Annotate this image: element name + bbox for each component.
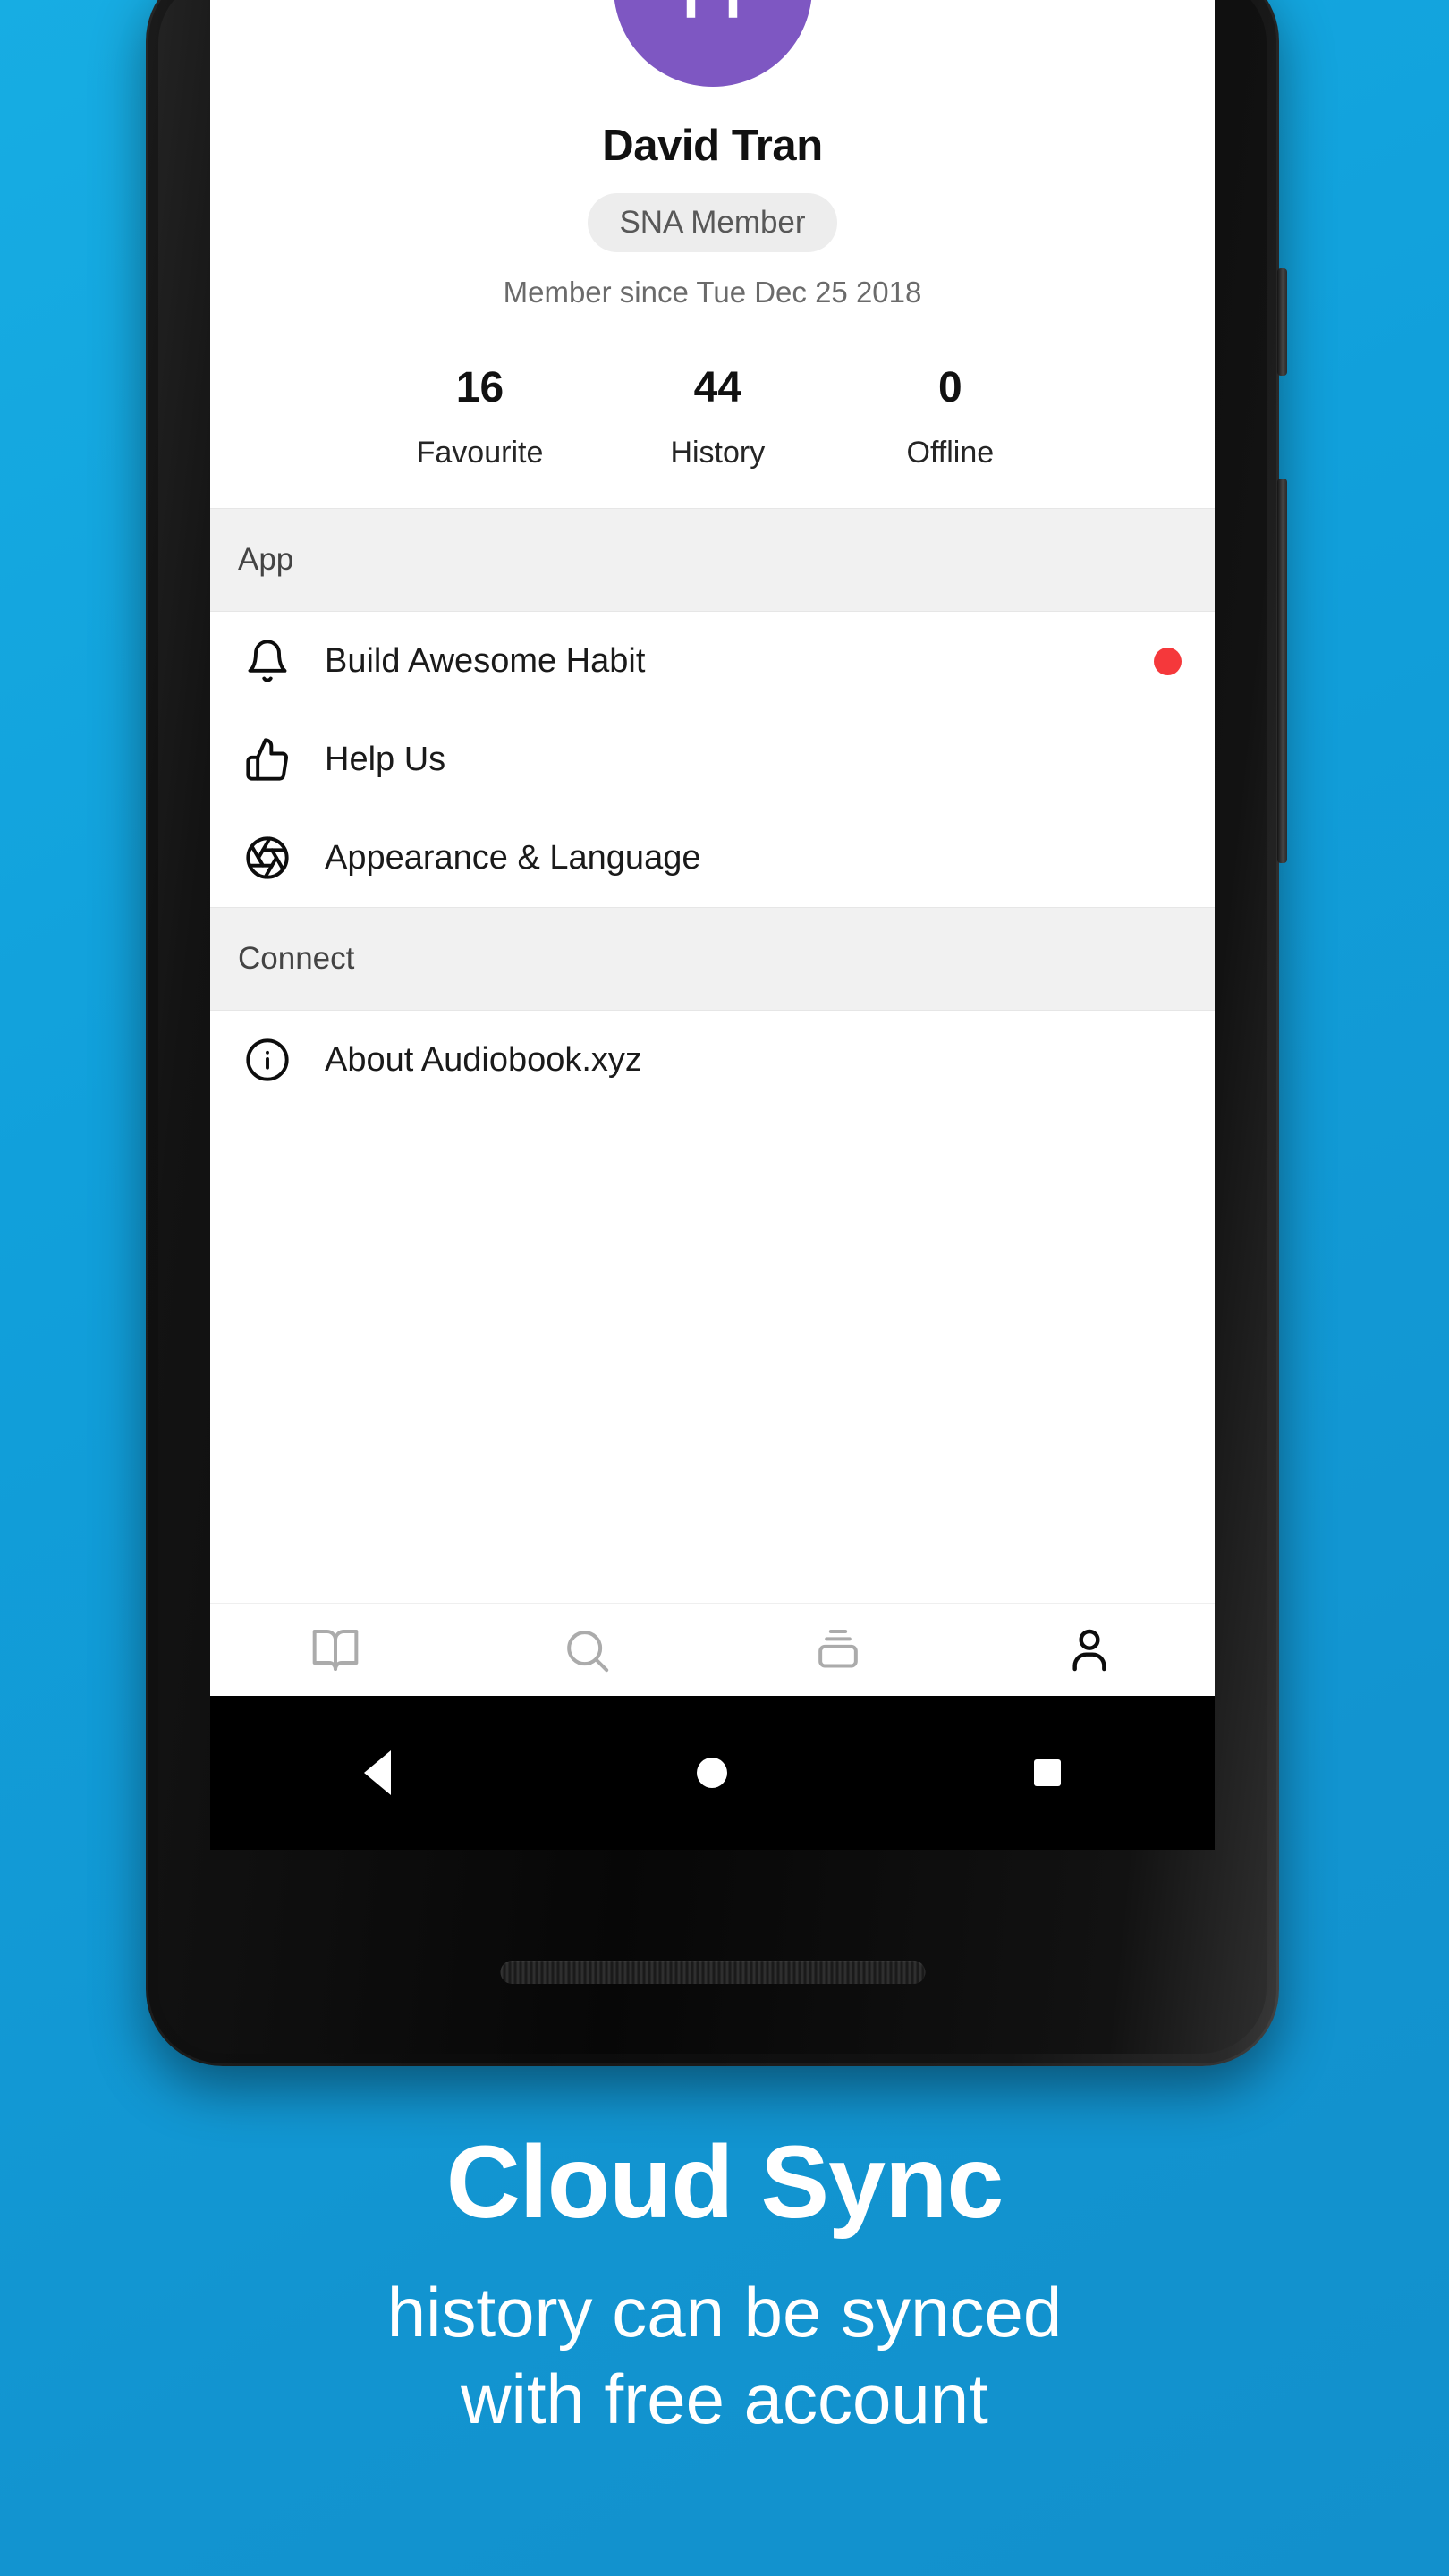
android-system-nav-bar [210,1696,1215,1850]
home-circle-icon [697,1758,728,1788]
bottom-navigation-bar [210,1603,1215,1696]
menu-item-appearance-and-language[interactable]: Appearance & Language [210,809,1215,907]
back-triangle-icon [364,1750,392,1795]
stats-row: 16 Favourite 44 History 0 Offline [210,367,1215,470]
member-since-text: Member since Tue Dec 25 2018 [503,275,922,309]
menu-item-label: Appearance & Language [325,838,701,877]
phone-screen: H David Tran SNA Member Member since Tue… [210,0,1215,1850]
stat-history[interactable]: 44 History [659,367,775,470]
aperture-icon [238,828,297,887]
menu-list-connect: About Audiobook.xyz [210,1011,1215,1109]
stat-offline[interactable]: 0 Offline [892,367,1008,470]
system-back-button[interactable] [306,1696,449,1850]
stat-value: 16 [455,364,504,411]
info-icon [238,1030,297,1089]
menu-item-label: About Audiobook.xyz [325,1040,642,1079]
tab-shelf[interactable] [713,1604,964,1696]
profile-name: David Tran [602,122,823,170]
section-header-app: App [210,508,1215,612]
promo-text-block: Cloud Sync history can be synced with fr… [0,2129,1449,2444]
archive-icon [813,1625,863,1675]
tab-profile[interactable] [963,1604,1215,1696]
person-icon [1064,1625,1114,1675]
thumbs-up-icon [238,730,297,789]
stat-label: Favourite [416,436,544,470]
menu-item-label: Build Awesome Habit [325,641,646,680]
notification-badge-dot [1154,647,1182,675]
profile-header: H David Tran SNA Member Member since Tue… [210,0,1215,508]
promo-title: Cloud Sync [445,2125,1004,2240]
recents-square-icon [1033,1759,1061,1786]
system-home-button[interactable] [640,1696,784,1850]
volume-rocker-button[interactable] [1277,479,1287,863]
app-viewport: H David Tran SNA Member Member since Tue… [210,0,1215,1603]
avatar[interactable]: H [613,0,812,87]
promo-subtitle: history can be synced with free account [0,2269,1449,2444]
menu-item-build-awesome-habit[interactable]: Build Awesome Habit [210,612,1215,710]
menu-item-help-us[interactable]: Help Us [210,710,1215,809]
stat-value: 0 [938,364,962,411]
promo-subtitle-line-2: with free account [461,2360,988,2439]
stat-label: Offline [906,436,995,470]
phone-mockup: H David Tran SNA Member Member since Tue… [146,0,1287,2066]
speaker-grille [500,1961,925,1984]
menu-item-label: Help Us [325,740,446,778]
book-open-icon [310,1625,360,1675]
search-icon [562,1625,612,1675]
status-badge: SNA Member [588,193,837,252]
tab-search[interactable] [462,1604,713,1696]
stat-favourite[interactable]: 16 Favourite [417,367,544,470]
menu-item-about-audiobook-xyz[interactable]: About Audiobook.xyz [210,1011,1215,1109]
promo-subtitle-line-1: history can be synced [386,2272,1063,2351]
avatar-initial: H [680,0,746,33]
stat-value: 44 [693,364,742,411]
power-button[interactable] [1277,268,1287,376]
menu-list-app: Build Awesome Habit Help Us Appearance &… [210,612,1215,907]
section-header-connect: Connect [210,907,1215,1011]
system-recents-button[interactable] [976,1696,1119,1850]
stat-label: History [670,436,766,470]
tab-library[interactable] [210,1604,462,1696]
bell-icon [238,631,297,691]
